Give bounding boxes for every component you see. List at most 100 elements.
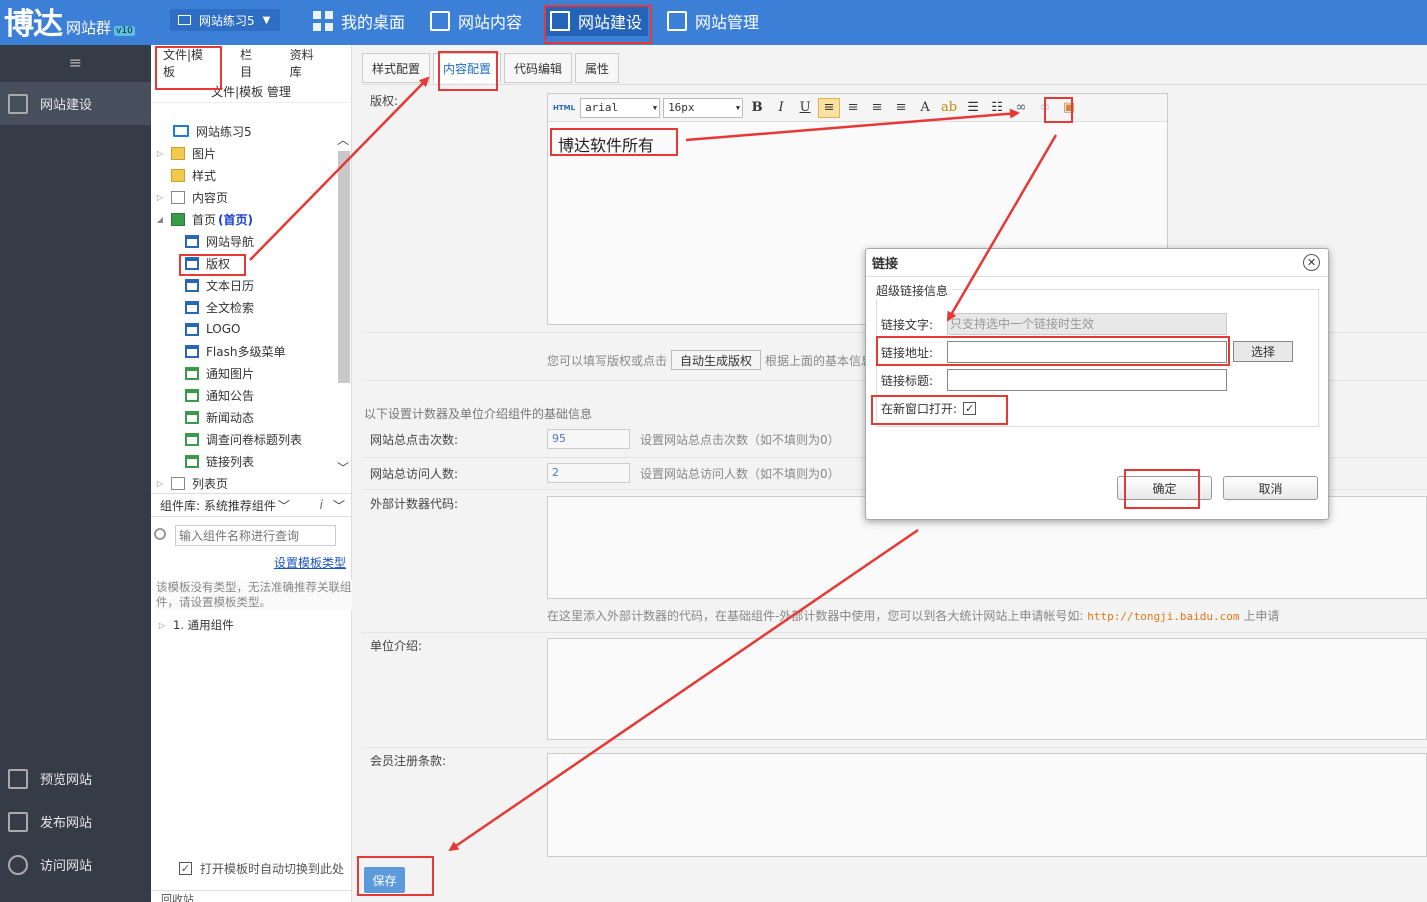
close-icon[interactable]: ✕ — [1303, 254, 1320, 271]
visitors-label: 网站总访问人数: — [370, 467, 459, 481]
left-sidebar: ≡ 网站建设 预览网站 发布网站 访问网站 — [0, 45, 151, 902]
nav-site-manage[interactable]: 网站管理 — [667, 6, 759, 36]
component-library-bar[interactable]: 组件库: 系统推荐组件 ﹀ i ﹀ — [151, 493, 351, 517]
logo-version: v10 — [114, 26, 135, 36]
tree-node[interactable]: 版权 — [151, 252, 337, 274]
tree-node[interactable]: 链接列表 — [151, 450, 337, 472]
sidebar-item-site-build[interactable]: 网站建设 — [0, 82, 151, 125]
align-right-icon[interactable]: ≡ — [866, 98, 888, 118]
logo: 博达 网站群 v10 — [4, 4, 135, 42]
desktop-icon — [313, 11, 333, 31]
tree-node[interactable]: 全文检索 — [151, 296, 337, 318]
tree-node-label: 通知图片 — [206, 366, 255, 381]
tab-style-config[interactable]: 样式配置 — [362, 53, 431, 83]
font-color-icon[interactable]: A — [914, 98, 936, 118]
tree-node[interactable]: 通知图片 — [151, 362, 337, 384]
build-icon — [550, 11, 570, 31]
unit-intro-textarea[interactable] — [547, 638, 1427, 740]
chevron-down-icon[interactable]: ﹀ — [333, 497, 345, 514]
tree-node[interactable]: 通知公告 — [151, 384, 337, 406]
expand-arrow-icon[interactable]: ▷ — [155, 479, 165, 488]
cancel-button[interactable]: 取消 — [1223, 476, 1318, 500]
tree-node-label: Flash多级菜单 — [206, 344, 286, 359]
font-family-select[interactable]: arial ▼ — [580, 97, 661, 118]
logo-sub: 网站群 — [66, 19, 112, 37]
ordered-list-icon[interactable]: ☰ — [962, 98, 984, 118]
sidebar-item-publish[interactable]: 发布网站 — [0, 800, 151, 843]
tab-content-config[interactable]: 内容配置 — [433, 53, 502, 83]
tree-node[interactable]: 网站练习5 — [151, 120, 337, 142]
tab-code-edit[interactable]: 代码编辑 — [504, 53, 573, 83]
nav-my-desktop[interactable]: 我的桌面 — [313, 6, 405, 36]
auto-generate-copyright-button[interactable]: 自动生成版权 — [671, 350, 762, 370]
editor-body[interactable]: 博达软件所有 — [548, 122, 1167, 166]
align-left-icon[interactable]: ≡ — [818, 97, 841, 118]
tree-node[interactable]: 样式 — [151, 164, 337, 186]
unordered-list-icon[interactable]: ☷ — [986, 98, 1008, 118]
tab-columns[interactable]: 栏目 — [240, 46, 264, 80]
tree-node[interactable]: Flash多级菜单 — [151, 340, 337, 362]
counter-hint-url[interactable]: http://tongji.baidu.com — [1087, 610, 1239, 623]
visitors-input[interactable]: 2 — [547, 463, 630, 483]
nav-site-build[interactable]: 网站建设 — [546, 6, 649, 36]
component-search-input[interactable] — [175, 525, 336, 546]
link-url-input[interactable] — [947, 341, 1227, 363]
tree-node[interactable]: ◢ 首页 (首页) — [151, 208, 337, 230]
image-icon[interactable]: ▣ — [1058, 98, 1080, 118]
choose-button[interactable]: 选择 — [1233, 341, 1293, 362]
info-icon[interactable]: i — [320, 498, 323, 512]
link-icon[interactable]: ∞ — [1010, 98, 1032, 118]
tab-file-template[interactable]: 文件|模板 — [163, 46, 214, 80]
tree-node[interactable]: 网站导航 — [151, 230, 337, 252]
component-group[interactable]: ▷ 1. 通用组件 — [151, 615, 351, 635]
unlink-icon[interactable]: ∞ — [1034, 98, 1056, 118]
italic-button[interactable]: I — [770, 98, 792, 118]
new-window-checkbox[interactable]: ✓ — [963, 402, 977, 415]
set-template-type-link[interactable]: 设置模板类型 — [274, 554, 346, 571]
sidebar-item-label: 网站建设 — [40, 98, 93, 113]
auto-switch-option[interactable]: ✓ 打开模板时自动切换到此处 — [179, 860, 344, 877]
divider — [362, 747, 1427, 748]
bold-button[interactable]: B — [746, 98, 768, 118]
nav-site-content[interactable]: 网站内容 — [430, 6, 522, 36]
tab-library[interactable]: 资料库 — [290, 46, 325, 80]
html-mode-icon[interactable]: HTML — [553, 104, 575, 112]
justify-icon[interactable]: ≡ — [890, 98, 912, 118]
ok-button[interactable]: 确定 — [1117, 476, 1212, 500]
tab-properties[interactable]: 属性 — [575, 53, 620, 83]
component-icon — [185, 256, 199, 270]
member-terms-textarea[interactable] — [547, 753, 1427, 857]
tree-node[interactable]: ▷ 列表页 — [151, 472, 337, 494]
tree-node[interactable]: 新闻动态 — [151, 406, 337, 428]
site-select[interactable]: 网站练习5 ▼ — [170, 9, 280, 31]
chevron-down-icon: ▼ — [262, 14, 271, 26]
tree-node[interactable]: LOGO — [151, 318, 337, 340]
clicks-input[interactable]: 95 — [547, 429, 630, 449]
save-button[interactable]: 保存 — [364, 867, 405, 893]
expand-arrow-icon[interactable]: ◢ — [155, 215, 165, 224]
scrollbar-thumb[interactable] — [338, 151, 350, 383]
align-center-icon[interactable]: ≡ — [842, 98, 864, 118]
highlight-icon[interactable]: ab — [938, 98, 960, 118]
sidebar-item-label: 发布网站 — [40, 816, 93, 831]
new-window-option[interactable]: 在新窗口打开: ✓ — [881, 400, 984, 417]
sidebar-item-visit[interactable]: 访问网站 — [0, 843, 151, 886]
tree-node[interactable]: ▷ 图片 — [151, 142, 337, 164]
tree-node[interactable]: 调查问卷标题列表 — [151, 428, 337, 450]
font-size-select[interactable]: 16px ▼ — [663, 97, 744, 118]
chevron-up-icon[interactable]: ︿ — [337, 131, 349, 148]
expand-arrow-icon[interactable]: ▷ — [155, 149, 165, 158]
tree-scrollbar[interactable]: ︿ ﹀ — [337, 131, 350, 488]
sidebar-item-preview[interactable]: 预览网站 — [0, 757, 151, 800]
link-title-input[interactable] — [947, 369, 1227, 391]
tree-node-label: 链接列表 — [206, 454, 255, 469]
tree-node[interactable]: 文本日历 — [151, 274, 337, 296]
expand-arrow-icon[interactable]: ▷ — [155, 193, 165, 202]
preview-icon — [8, 768, 28, 789]
auto-switch-checkbox[interactable]: ✓ — [179, 862, 192, 875]
collapse-menu-icon[interactable]: ≡ — [0, 45, 151, 79]
chevron-down-icon[interactable]: ﹀ — [337, 459, 349, 476]
recycle-bin-bar[interactable]: 回收站 — [151, 890, 351, 902]
underline-button[interactable]: U — [794, 98, 816, 118]
tree-node[interactable]: ▷ 内容页 — [151, 186, 337, 208]
